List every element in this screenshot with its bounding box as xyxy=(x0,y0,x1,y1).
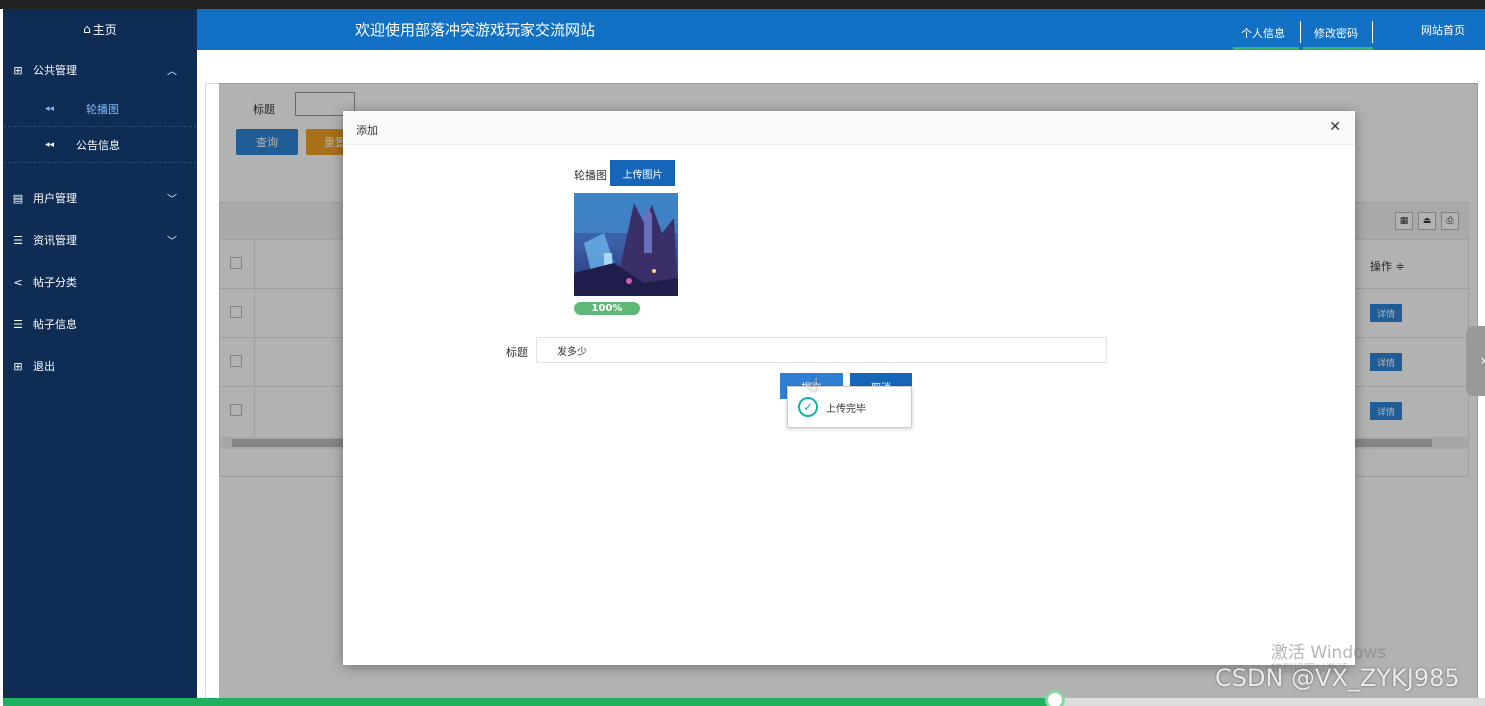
upload-complete-toast: ✓ 上传完毕 xyxy=(787,386,912,428)
sidebar: ⌂ 主页 ⊞ 公共管理 ︿ ◂◂ 轮播图 ◂◂ 公告信息 ▤ 用户管理 ﹀ ☰ … xyxy=(3,9,197,706)
list-icon: ☰ xyxy=(13,317,23,331)
sidebar-item-logout[interactable]: ⊞ 退出 xyxy=(3,345,197,387)
video-progress-knob[interactable] xyxy=(1045,690,1065,706)
top-strip xyxy=(0,0,1485,9)
chevron-up-icon: ︿ xyxy=(167,66,177,78)
title-input[interactable]: 发多少 xyxy=(536,337,1107,363)
close-icon[interactable]: ✕ xyxy=(1329,119,1341,135)
sidebar-item-label: 退出 xyxy=(33,360,55,373)
sidebar-item-post-info[interactable]: ☰ 帖子信息 xyxy=(3,303,197,345)
hand-cursor-icon: ☝ xyxy=(808,375,819,396)
sidebar-item-label: 帖子分类 xyxy=(33,276,77,289)
uploaded-image-thumbnail xyxy=(574,193,678,296)
share-icon: < xyxy=(13,275,23,289)
submenu-item-label: 公告信息 xyxy=(76,138,121,152)
submenu-item-label: 轮播图 xyxy=(86,102,120,116)
double-left-arrow-icon: ◂◂ xyxy=(45,103,55,114)
header-separator xyxy=(1300,21,1301,43)
sidebar-item-label: 公共管理 xyxy=(33,64,77,77)
sidebar-item-users[interactable]: ▤ 用户管理 ﹀ xyxy=(3,177,197,219)
carousel-image-label: 轮播图 xyxy=(574,169,607,182)
video-progress-bar[interactable] xyxy=(3,690,1485,706)
site-title: 欢迎使用部落冲突游戏玩家交流网站 xyxy=(355,21,596,39)
add-dialog: 添加 ✕ 轮播图 上传图片 100% 标题 发多少 提交 取消 xyxy=(343,111,1355,665)
video-progress-fill xyxy=(3,698,1055,706)
change-password-link[interactable]: 修改密码 xyxy=(1314,25,1358,41)
side-expand-tab[interactable]: › xyxy=(1466,326,1485,396)
title-field-label: 标题 xyxy=(506,346,528,359)
grid-icon: ⊞ xyxy=(13,359,23,373)
sidebar-item-news[interactable]: ☰ 资讯管理 ﹀ xyxy=(3,219,197,261)
upload-progress-bar: 100% xyxy=(574,302,640,315)
sidebar-item-label: 帖子信息 xyxy=(33,318,77,331)
book-icon: ▤ xyxy=(12,191,24,205)
site-home-link[interactable]: 网站首页 xyxy=(1421,22,1465,38)
upload-image-button[interactable]: 上传图片 xyxy=(610,160,675,186)
chevron-right-icon: › xyxy=(1480,353,1485,369)
sidebar-item-post-category[interactable]: < 帖子分类 xyxy=(3,261,197,303)
check-circle-icon: ✓ xyxy=(798,397,818,417)
dialog-header: 添加 ✕ xyxy=(343,111,1355,145)
list-icon: ☰ xyxy=(13,233,23,247)
sidebar-home[interactable]: ⌂ 主页 xyxy=(3,9,197,49)
fantasy-castle-image xyxy=(574,193,678,296)
header-separator xyxy=(1372,21,1373,43)
sidebar-item-label: 资讯管理 xyxy=(33,234,77,247)
submenu-item-carousel[interactable]: ◂◂ 轮播图 xyxy=(3,91,197,127)
csdn-watermark: CSDN @VX_ZYKJ985 xyxy=(1215,664,1460,692)
sidebar-item-label: 用户管理 xyxy=(33,192,77,205)
chevron-down-icon: ﹀ xyxy=(167,194,177,206)
dialog-title: 添加 xyxy=(356,124,378,137)
profile-link[interactable]: 个人信息 xyxy=(1241,25,1285,41)
submenu-item-notice[interactable]: ◂◂ 公告信息 xyxy=(3,127,197,163)
toast-message: 上传完毕 xyxy=(826,403,866,415)
home-label: 主页 xyxy=(92,22,117,37)
top-header: 欢迎使用部落冲突游戏玩家交流网站 个人信息 修改密码 网站首页 xyxy=(197,9,1485,50)
grid-icon: ⊞ xyxy=(13,63,23,77)
sidebar-item-public[interactable]: ⊞ 公共管理 ︿ xyxy=(3,49,197,91)
home-icon: ⌂ xyxy=(83,22,91,36)
double-left-arrow-icon: ◂◂ xyxy=(45,139,55,150)
chevron-down-icon: ﹀ xyxy=(167,236,177,248)
